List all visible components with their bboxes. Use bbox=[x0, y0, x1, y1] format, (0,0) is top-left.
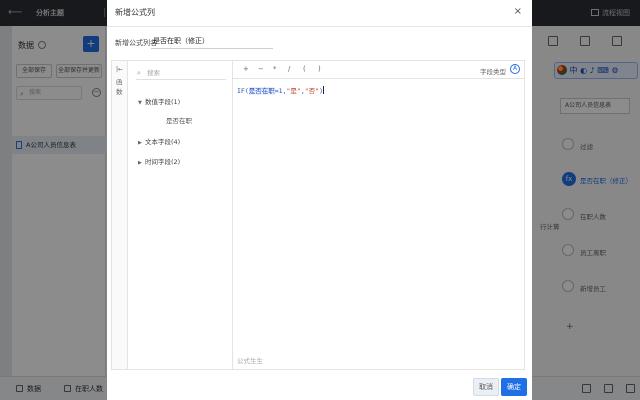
chevron-right-icon: ▶ bbox=[138, 140, 142, 146]
divide-operator-button[interactable]: / bbox=[288, 65, 290, 73]
field-type-label: 字段类型 bbox=[480, 68, 506, 76]
formula-tip: 公式生生 bbox=[237, 357, 263, 365]
functions-label[interactable]: 函数 bbox=[116, 77, 124, 97]
ok-button[interactable]: 确定 bbox=[501, 378, 527, 396]
divider bbox=[107, 26, 532, 27]
field-token[interactable]: 是否在职 bbox=[248, 87, 275, 95]
tree-group-time[interactable]: ▶ 时间字段(2) bbox=[138, 156, 180, 166]
minus-operator-button[interactable]: − bbox=[258, 65, 264, 73]
close-icon[interactable]: × bbox=[514, 6, 522, 17]
tree-group-numeric[interactable]: ▼ 数值字段(1) bbox=[138, 96, 180, 106]
expand-functions-icon[interactable]: |← bbox=[116, 66, 123, 73]
column-name-input[interactable] bbox=[151, 34, 273, 49]
operator-toolbar: + − * / ( ) 字段类型 A bbox=[233, 61, 524, 79]
formula-editor: |← 函数 ⌕ 搜索 ▼ 数值字段(1) 是否在职 ▶ 文本字段(4) ▶ 时间字段(2… bbox=[111, 60, 525, 370]
dialog-title: 新增公式列 bbox=[115, 8, 155, 17]
formula-dialog: 新增公式列 × 新增公式列名 |← 函数 ⌕搜索 ▼数值字段(1) 是否在职 ▶… bbox=[107, 0, 532, 400]
code-area: + − * / ( ) 字段类型 A IF(是否在职=1,"是","否") 公式… bbox=[233, 61, 524, 369]
chevron-right-icon: ▶ bbox=[138, 160, 142, 166]
close-paren-button[interactable]: ) bbox=[318, 65, 321, 73]
field-search-input[interactable]: ⌕ 搜索 bbox=[136, 67, 226, 80]
search-icon: ⌕ bbox=[137, 69, 141, 77]
open-paren-button[interactable]: ( bbox=[303, 65, 306, 73]
field-item[interactable]: 是否在职 bbox=[166, 115, 192, 125]
cancel-button[interactable]: 取消 bbox=[473, 378, 499, 396]
tree-group-text[interactable]: ▶ 文本字段(4) bbox=[138, 136, 180, 146]
function-sidebar[interactable]: |← 函数 bbox=[112, 61, 128, 369]
field-list: ⌕ 搜索 ▼ 数值字段(1) 是否在职 ▶ 文本字段(4) ▶ 时间字段(2) bbox=[128, 61, 233, 369]
plus-operator-button[interactable]: + bbox=[243, 65, 249, 73]
text-caret bbox=[323, 86, 324, 94]
formula-input[interactable]: IF(是否在职=1,"是","否") bbox=[237, 85, 324, 95]
chevron-down-icon: ▼ bbox=[138, 100, 142, 106]
multiply-operator-button[interactable]: * bbox=[273, 65, 277, 73]
field-type-icon[interactable]: A bbox=[510, 64, 520, 74]
